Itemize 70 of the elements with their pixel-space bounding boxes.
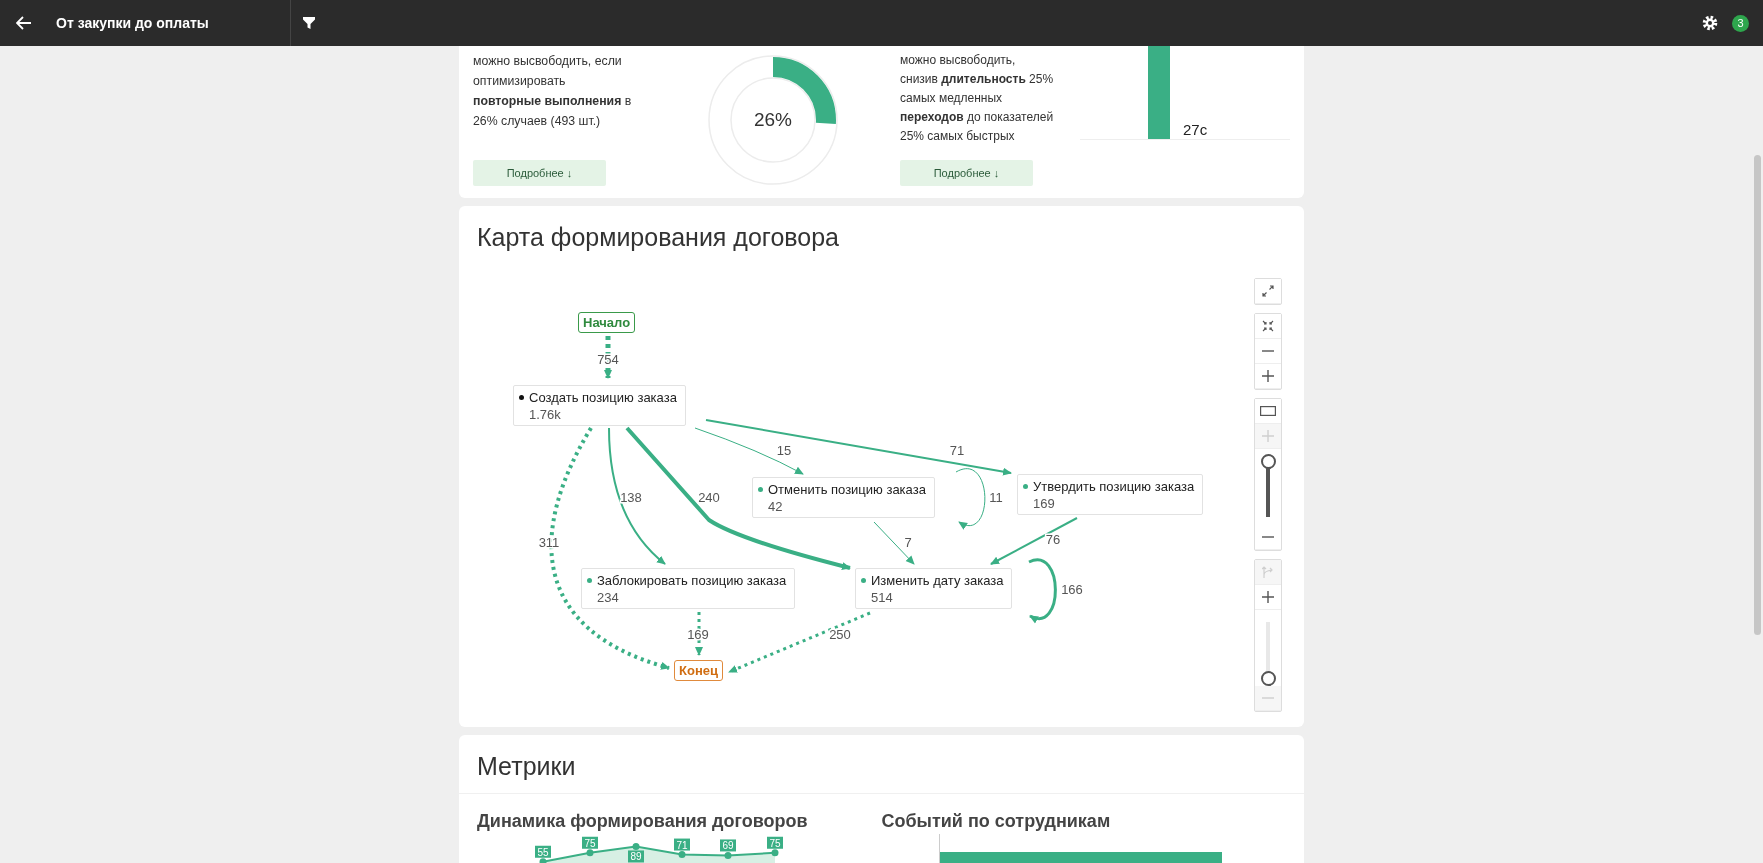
details-button[interactable]: Подробнее ↓ (900, 160, 1033, 186)
chart-point (678, 851, 686, 859)
scrollbar-thumb[interactable] (1754, 155, 1761, 635)
edge-count: 15 (776, 443, 792, 458)
rectangle-icon (1260, 406, 1276, 416)
chart-point (632, 842, 640, 850)
chart-title: Динамика формирования договоров (477, 810, 809, 832)
details-button[interactable]: Подробнее ↓ (473, 160, 606, 186)
insight-text: можно высвободить, снизив длительность 25% самых медленных переходов до показателей 25% самых быстрых (900, 52, 1055, 145)
process-title: От закупки до оплаты (56, 15, 210, 31)
data-label: 71 (674, 838, 690, 851)
branch-icon (1262, 565, 1274, 579)
edge-count: 71 (949, 443, 965, 458)
expand-icon (1262, 285, 1274, 297)
node-label: Заблокировать позицию заказа (597, 573, 787, 588)
edge-count: 311 (538, 535, 560, 550)
loop-arrow (1028, 558, 1057, 623)
edge-count: 754 (597, 352, 619, 367)
back-arrow-icon (16, 16, 32, 30)
edge-count: 169 (687, 627, 709, 642)
data-label: 75 (582, 836, 598, 849)
node-count: 42 (768, 499, 784, 514)
edge-count: 166 (1061, 582, 1083, 597)
plus-icon (1262, 370, 1274, 382)
node-count: 1.76k (529, 407, 562, 422)
chart-title: Событий по сотрудникам (881, 810, 1112, 832)
frame-button[interactable] (1255, 399, 1281, 424)
chart-point (771, 849, 779, 857)
activity-node[interactable]: Создать позицию заказа 1.76k (513, 385, 686, 426)
flow-arrow (873, 521, 915, 565)
data-label: 89 (628, 850, 644, 863)
node-count: 234 (597, 590, 620, 605)
bar-value: 27с (1183, 121, 1208, 138)
section-title: Карта формирования договора (476, 222, 840, 252)
node-label: Отменить позицию заказа (768, 482, 926, 497)
section-title: Метрики (459, 735, 1304, 794)
shrink-icon (1262, 320, 1274, 332)
node-label: Изменить дату заказа (871, 573, 1004, 588)
chart-point (586, 849, 594, 857)
edge-count: 76 (1045, 532, 1061, 547)
insight-text: можно высвободить, если оптимизировать повторные выполнения в 26% случаев (493 шт.) (473, 53, 633, 130)
activity-node[interactable]: Изменить дату заказа 514 (855, 568, 1013, 609)
slider-thumb[interactable] (1260, 670, 1276, 686)
expand-button[interactable] (1255, 279, 1281, 304)
node-label: Создать позицию заказа (529, 390, 677, 405)
data-label: 75 (767, 836, 783, 849)
node-count: 169 (1033, 496, 1056, 511)
plus-icon (1262, 430, 1274, 442)
edge-count: 250 (829, 627, 851, 642)
edge-count: 7 (904, 535, 912, 550)
end-node[interactable]: Конец (674, 660, 723, 681)
edge-count: 138 (620, 490, 642, 505)
data-label: 69 (720, 839, 736, 852)
chart-point (539, 858, 547, 863)
slider-thumb[interactable] (1260, 453, 1276, 469)
filter-icon (303, 17, 315, 29)
donut-percent: 26% (753, 109, 793, 131)
plus-icon (1262, 591, 1274, 603)
node-count: 514 (871, 590, 894, 605)
loop-arrow (955, 468, 986, 529)
activity-node[interactable]: Утвердить позицию заказа 169 (1017, 474, 1204, 515)
chart-point (724, 851, 732, 859)
edge-count: 240 (698, 490, 720, 505)
activity-node[interactable]: Отменить позицию заказа 42 (752, 477, 935, 518)
edge-count: 11 (989, 490, 1003, 505)
settings-icon (1702, 15, 1718, 31)
node-label: Утвердить позицию заказа (1033, 479, 1195, 494)
shrink-button[interactable] (1255, 314, 1281, 339)
start-node[interactable]: Начало (578, 312, 636, 333)
activity-node[interactable]: Заблокировать позицию заказа 234 (581, 568, 796, 609)
